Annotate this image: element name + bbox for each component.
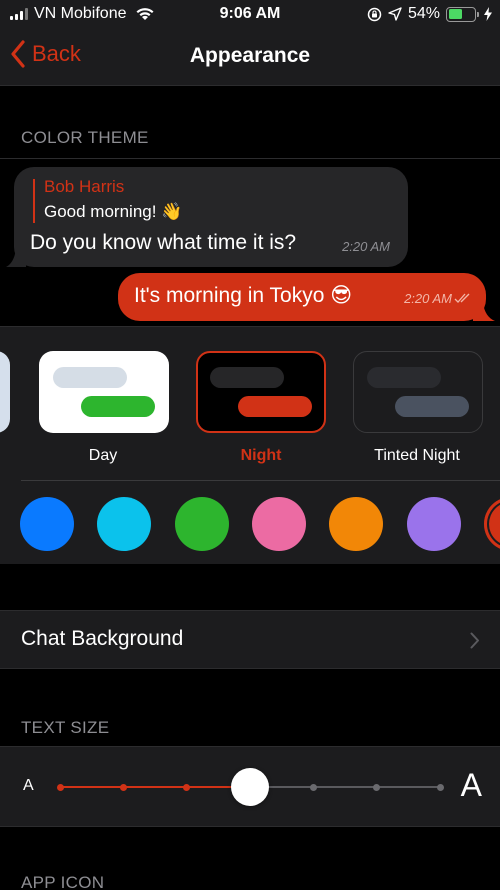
slider-tick xyxy=(373,783,381,791)
slider-tick xyxy=(183,783,191,791)
theme-label-night: Night xyxy=(240,447,282,464)
text-size-slider[interactable] xyxy=(56,768,444,806)
outgoing-message-time: 2:20 AM xyxy=(404,291,452,306)
theme-card-partial[interactable] xyxy=(0,351,10,433)
divider xyxy=(21,480,500,481)
double-check-icon xyxy=(454,293,470,303)
theme-card-tinted-night[interactable] xyxy=(353,351,483,433)
accent-color-swatch[interactable] xyxy=(20,497,74,551)
section-header-color-theme: COLOR THEME xyxy=(21,128,149,147)
incoming-message-text: Do you know what time it is? xyxy=(30,231,297,254)
section-header-text-size: TEXT SIZE xyxy=(21,718,110,737)
battery-percent: 54% xyxy=(407,5,440,22)
accent-color-swatch-selected[interactable] xyxy=(483,497,500,551)
battery-icon xyxy=(446,6,479,22)
back-label: Back xyxy=(32,41,81,66)
charging-icon xyxy=(484,7,492,21)
status-bar: VN Mobifone 9:06 AM 54% xyxy=(0,0,500,30)
slider-tick xyxy=(119,783,127,791)
location-icon xyxy=(388,7,402,21)
accent-color-swatch[interactable] xyxy=(97,497,152,551)
accent-color-swatch[interactable] xyxy=(329,497,384,551)
outgoing-message-bubble: It's morning in Tokyo 😎 2:20 AM xyxy=(118,273,495,321)
reply-indicator xyxy=(33,179,35,223)
bubble-tail xyxy=(6,249,26,267)
bubble-tail xyxy=(473,303,495,321)
reply-message-text: Good morning! 👋 xyxy=(44,202,183,221)
theme-picker: Day Night Tinted Night xyxy=(0,326,500,564)
back-button[interactable]: Back xyxy=(10,40,81,68)
incoming-message-bubble: Bob Harris Good morning! 👋 Do you know w… xyxy=(6,167,408,267)
text-size-large-label: A xyxy=(460,767,482,803)
chat-background-row[interactable]: Chat Background xyxy=(0,610,500,669)
chevron-right-icon xyxy=(470,632,479,649)
theme-card-night[interactable] xyxy=(196,351,326,433)
chevron-left-icon xyxy=(11,40,25,68)
accent-color-swatch[interactable] xyxy=(406,497,461,551)
outgoing-message-text: It's morning in Tokyo 😎 xyxy=(134,284,353,307)
accent-color-swatch[interactable] xyxy=(251,497,306,551)
accent-color-swatch[interactable] xyxy=(174,497,229,551)
slider-tick xyxy=(309,783,317,791)
navigation-bar: Back Appearance xyxy=(0,30,500,86)
section-header-app-icon: APP ICON xyxy=(21,873,105,890)
theme-label-day: Day xyxy=(88,447,118,464)
slider-fill xyxy=(60,786,250,788)
text-size-row: A A xyxy=(0,746,500,827)
theme-label-tinted-night: Tinted Night xyxy=(374,447,460,464)
chat-preview: Bob Harris Good morning! 👋 Do you know w… xyxy=(0,158,500,326)
incoming-message-time: 2:20 AM xyxy=(342,239,390,254)
chat-background-label: Chat Background xyxy=(21,627,184,650)
slider-tick xyxy=(436,783,444,791)
slider-thumb[interactable] xyxy=(231,768,269,806)
theme-card-day[interactable] xyxy=(39,351,169,433)
slider-tick xyxy=(56,783,64,791)
reply-sender-name: Bob Harris xyxy=(44,177,125,196)
orientation-lock-icon xyxy=(367,7,382,21)
text-size-small-label: A xyxy=(23,777,34,794)
